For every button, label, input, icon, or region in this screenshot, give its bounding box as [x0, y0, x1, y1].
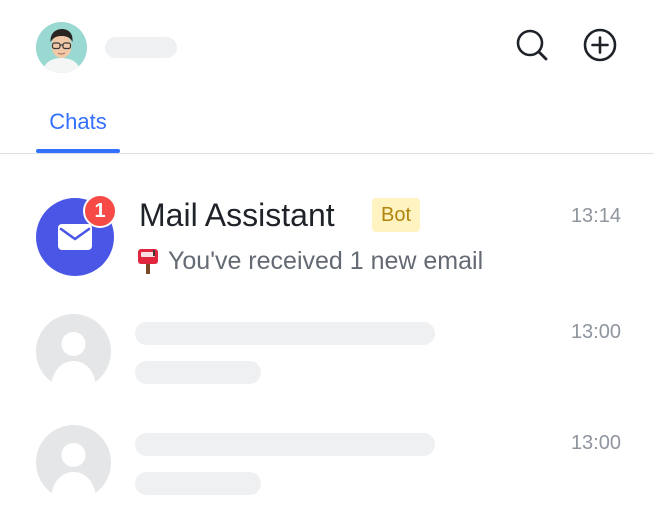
tab-chats-label: Chats	[49, 109, 107, 134]
user-avatar-image	[36, 22, 87, 73]
placeholder-avatar	[36, 314, 111, 389]
search-icon	[516, 29, 548, 61]
tabs-divider	[0, 153, 654, 154]
tab-chats[interactable]: Chats	[36, 104, 120, 154]
preview-placeholder	[135, 361, 261, 384]
mailbox-icon	[136, 247, 160, 280]
plus-circle-icon	[583, 28, 617, 62]
person-silhouette-icon	[51, 332, 96, 389]
chat-time: 13:00	[570, 432, 621, 454]
search-button[interactable]	[514, 27, 550, 63]
user-avatar[interactable]	[36, 22, 87, 73]
chat-preview: You've received 1 new email	[168, 247, 484, 275]
chat-time: 13:00	[570, 321, 621, 343]
unread-badge: 1	[83, 194, 117, 228]
placeholder-avatar	[36, 425, 111, 500]
title-placeholder	[135, 322, 435, 345]
preview-placeholder	[135, 472, 261, 495]
chat-title: Mail Assistant	[139, 197, 335, 233]
title-placeholder	[135, 433, 435, 456]
bot-tag: Bot	[372, 198, 421, 232]
envelope-icon	[58, 224, 92, 250]
person-silhouette-icon	[51, 443, 96, 500]
add-button[interactable]	[582, 27, 618, 63]
username-placeholder	[105, 37, 177, 58]
chat-time: 13:14	[570, 205, 621, 227]
